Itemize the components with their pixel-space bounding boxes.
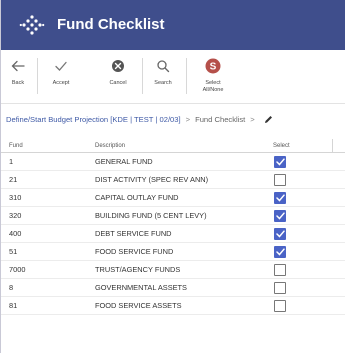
select-checkbox[interactable]	[274, 263, 286, 276]
checkmark-icon	[275, 211, 285, 220]
description-cell: GENERAL FUND	[95, 157, 153, 166]
select-checkbox[interactable]	[274, 173, 286, 186]
select-cell	[273, 173, 333, 186]
breadcrumb: Define/Start Budget Projection [KDE | TE…	[6, 112, 273, 126]
arrow-left-icon	[11, 58, 25, 74]
fund-cell: 51	[9, 247, 18, 256]
select-checkbox[interactable]	[274, 227, 286, 240]
fund-cell: 21	[9, 175, 18, 184]
select-all-none-label-line1: Select	[205, 80, 221, 86]
select-checkbox[interactable]	[274, 245, 286, 258]
fund-cell: 1	[9, 157, 14, 166]
search-label: Search	[154, 80, 172, 86]
header-select[interactable]: Select	[273, 143, 333, 149]
fund-cell: 310	[9, 193, 22, 202]
select-checkbox[interactable]	[274, 155, 286, 168]
app-window: Fund Checklist Back Accept Cancel Search…	[0, 0, 345, 353]
back-label: Back	[11, 80, 25, 86]
description-cell: DEBT SERVICE FUND	[95, 229, 172, 238]
accept-button[interactable]: Accept	[44, 50, 78, 104]
svg-text:S: S	[210, 62, 217, 73]
table-row[interactable]: 21 DIST ACTIVITY (SPEC REV ANN)	[1, 171, 345, 189]
select-checkbox[interactable]	[274, 191, 286, 204]
checkmark-icon	[54, 58, 68, 74]
checkmark-icon	[275, 247, 285, 256]
cancel-button[interactable]: Cancel	[105, 50, 131, 104]
header-fund[interactable]: Fund	[1, 143, 95, 149]
checkmark-icon	[275, 157, 285, 166]
breadcrumb-separator: >	[185, 114, 191, 124]
select-cell	[273, 281, 333, 294]
accept-label: Accept	[52, 80, 70, 86]
header-description[interactable]: Description	[95, 143, 273, 149]
back-button[interactable]: Back	[5, 50, 31, 104]
description-cell: GOVERNMENTAL ASSETS	[95, 283, 187, 292]
table-row[interactable]: 1 GENERAL FUND	[1, 153, 345, 171]
select-cell	[273, 227, 333, 240]
fund-cell: 81	[9, 301, 18, 310]
cancel-circle-x-icon	[111, 58, 125, 74]
toolbar-divider	[186, 58, 187, 94]
fund-table: Fund Description Select 1 GENERAL FUND 21 D…	[1, 139, 345, 315]
column-divider	[332, 139, 333, 153]
search-icon	[156, 58, 170, 74]
description-cell: BUILDING FUND (5 CENT LEVY)	[95, 211, 207, 220]
table-row[interactable]: 320 BUILDING FUND (5 CENT LEVY)	[1, 207, 345, 225]
breadcrumb-separator: >	[250, 114, 255, 124]
table-header: Fund Description Select	[1, 139, 345, 153]
description-cell: FOOD SERVICE ASSETS	[95, 301, 182, 310]
fund-cell: 7000	[9, 265, 26, 274]
select-checkbox[interactable]	[274, 209, 286, 222]
pencil-icon[interactable]	[264, 115, 273, 124]
select-checkbox[interactable]	[274, 299, 286, 312]
breadcrumb-current: Fund Checklist	[195, 114, 246, 124]
description-cell: DIST ACTIVITY (SPEC REV ANN)	[95, 175, 209, 184]
select-cell	[273, 191, 333, 204]
table-row[interactable]: 400 DEBT SERVICE FUND	[1, 225, 345, 243]
description-cell: FOOD SERVICE FUND	[95, 247, 174, 256]
table-row[interactable]: 310 CAPITAL OUTLAY FUND	[1, 189, 345, 207]
checkmark-icon	[275, 193, 285, 202]
table-row[interactable]: 51 FOOD SERVICE FUND	[1, 243, 345, 261]
select-cell	[273, 263, 333, 276]
breadcrumb-link-budget-projection[interactable]: Define/Start Budget Projection [KDE | TE…	[6, 115, 181, 124]
toolbar: Back Accept Cancel Search S Select All/N…	[1, 50, 345, 104]
select-all-none-button[interactable]: S Select All/None	[197, 50, 229, 104]
select-cell	[273, 245, 333, 258]
table-row[interactable]: 7000 TRUST/AGENCY FUNDS	[1, 261, 345, 279]
select-checkbox[interactable]	[274, 281, 286, 294]
select-all-none-icon: S	[205, 58, 221, 74]
window-title: Fund Checklist	[57, 16, 165, 33]
description-cell: CAPITAL OUTLAY FUND	[95, 193, 179, 202]
table-body: 1 GENERAL FUND 21 DIST ACTIVITY (SPEC REV A…	[1, 153, 345, 315]
toolbar-divider	[142, 58, 143, 94]
cancel-label: Cancel	[109, 80, 127, 86]
fund-cell: 400	[9, 229, 22, 238]
select-cell	[273, 299, 333, 312]
toolbar-divider	[37, 58, 38, 94]
checkmark-icon	[275, 229, 285, 238]
select-all-none-label-line2: All/None	[202, 87, 224, 93]
select-all-none-label: Select All/None	[203, 80, 224, 94]
select-cell	[273, 209, 333, 222]
table-row[interactable]: 8 GOVERNMENTAL ASSETS	[1, 279, 345, 297]
table-row[interactable]: 81 FOOD SERVICE ASSETS	[1, 297, 345, 315]
checklist-dots-icon	[19, 14, 45, 36]
fund-cell: 8	[9, 283, 14, 292]
description-cell: TRUST/AGENCY FUNDS	[95, 265, 181, 274]
title-bar: Fund Checklist	[1, 0, 345, 50]
select-cell	[273, 155, 333, 168]
fund-cell: 320	[9, 211, 22, 220]
search-button[interactable]: Search	[149, 50, 177, 104]
